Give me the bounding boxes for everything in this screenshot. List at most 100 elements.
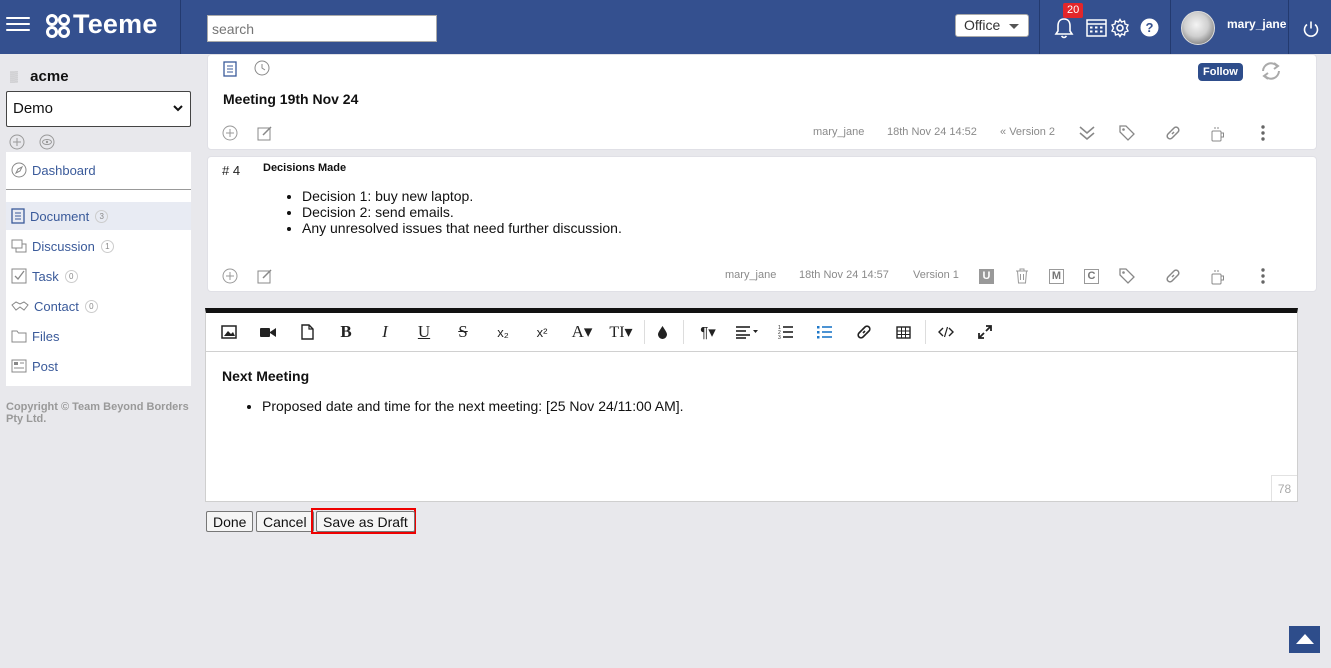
space-type-select[interactable]: Office (955, 14, 1029, 37)
space-type-value: Office (964, 17, 1001, 33)
coffee-cup-icon[interactable] (1210, 126, 1226, 142)
sidebar-item-dashboard[interactable]: Dashboard (6, 156, 191, 184)
sidebar-item-label: Contact (34, 298, 79, 314)
sidebar-divider (6, 189, 191, 190)
sidebar-item-contact[interactable]: Contact 0 (6, 292, 191, 320)
sidebar-item-count: 3 (95, 209, 109, 223)
expand-all-icon[interactable] (1078, 125, 1096, 141)
sync-icon[interactable] (1259, 60, 1283, 82)
search-input[interactable] (207, 15, 437, 42)
menu-icon[interactable] (6, 13, 30, 37)
follow-button[interactable]: Follow (1198, 63, 1243, 81)
folder-icon (11, 330, 27, 343)
document-icon (11, 208, 25, 224)
sidebar-item-document[interactable]: Document 3 (6, 202, 191, 230)
align-button[interactable] (734, 322, 760, 342)
paragraph-format-button[interactable]: ¶▾ (696, 322, 720, 342)
cancel-button[interactable]: Cancel (256, 511, 314, 532)
more-options-icon[interactable] (1260, 125, 1266, 141)
user-avatar[interactable] (1181, 11, 1215, 45)
add-circle-icon[interactable] (222, 268, 238, 284)
gear-icon[interactable] (1110, 18, 1130, 38)
subscript-button[interactable]: x₂ (493, 322, 513, 342)
toolbar-divider (644, 320, 645, 344)
code-view-button[interactable] (937, 322, 955, 342)
copy-button[interactable]: C (1084, 269, 1099, 284)
add-circle-icon[interactable] (222, 125, 238, 141)
done-button[interactable]: Done (206, 511, 254, 532)
username-label[interactable]: mary_jane (1227, 17, 1286, 31)
double-chevron-left-icon: « (1000, 126, 1007, 138)
editor-heading: Next Meeting (222, 368, 310, 384)
editor-content[interactable]: Next Meeting Proposed date and time for … (222, 368, 1282, 414)
sidebar-item-post[interactable]: Post (6, 352, 191, 380)
section-number: # 4 (222, 163, 241, 178)
compass-icon (11, 162, 27, 178)
bell-icon[interactable] (1054, 17, 1074, 39)
sidebar-item-discussion[interactable]: Discussion 1 (6, 232, 191, 260)
superscript-button[interactable]: x² (532, 322, 552, 342)
discussion-icon (11, 239, 27, 253)
ink-color-button[interactable] (655, 322, 669, 342)
insert-image-button[interactable] (220, 322, 238, 342)
coffee-cup-icon[interactable] (1210, 269, 1226, 285)
insert-link-button[interactable] (855, 322, 873, 342)
document-version: Version 2 (1009, 126, 1056, 138)
list-item: Decision 1: buy new laptop. (302, 188, 622, 204)
sidebar-item-files[interactable]: Files (6, 322, 191, 350)
edit-icon[interactable] (257, 125, 273, 141)
save-as-draft-button[interactable]: Save as Draft (316, 511, 415, 532)
section-author: mary_jane (725, 269, 777, 281)
link-icon[interactable] (1165, 268, 1181, 284)
space-select[interactable]: Demo (6, 91, 191, 127)
sidebar-item-task[interactable]: Task 0 (6, 262, 191, 290)
strikethrough-button[interactable]: S (454, 322, 472, 342)
font-color-button[interactable]: A▾ (569, 322, 595, 342)
sidebar-item-label: Task (32, 268, 59, 284)
sidebar-item-count: 1 (100, 239, 114, 253)
move-button[interactable]: M (1049, 269, 1064, 284)
font-size-button[interactable]: TI▾ (607, 322, 635, 342)
sidebar-item-label: Discussion (32, 238, 95, 254)
trash-icon[interactable] (1015, 268, 1029, 284)
underline-button[interactable]: U (415, 322, 433, 342)
list-item: Proposed date and time for the next meet… (262, 398, 1282, 414)
calendar-icon[interactable] (1086, 18, 1107, 37)
unpublish-button[interactable]: U (979, 269, 994, 284)
svg-text:?: ? (1146, 20, 1154, 35)
svg-text:3: 3 (778, 335, 781, 339)
decision-list: Decision 1: buy new laptop. Decision 2: … (302, 188, 622, 236)
editor-toolbar: B I U S x₂ x² A▾ TI▾ ¶▾ 123 (206, 313, 1297, 352)
file-icon (300, 324, 314, 340)
insert-video-button[interactable] (259, 322, 277, 342)
add-circle-icon[interactable] (9, 134, 25, 150)
document-icon[interactable] (223, 61, 237, 77)
header-divider (1170, 0, 1171, 54)
organisation-name: acme (30, 68, 69, 85)
unordered-list-button[interactable] (816, 322, 834, 342)
tag-icon[interactable] (1119, 125, 1135, 141)
eye-icon[interactable] (39, 134, 55, 150)
copyright-text: Copyright © Team Beyond Borders Pty Ltd. (6, 401, 189, 425)
edit-icon[interactable] (257, 268, 273, 284)
italic-button[interactable]: I (376, 322, 394, 342)
chevron-down-icon (173, 105, 183, 112)
clock-icon[interactable] (254, 60, 270, 76)
insert-file-button[interactable] (298, 322, 316, 342)
scroll-to-top-button[interactable] (1289, 626, 1320, 653)
link-icon[interactable] (1165, 125, 1181, 141)
tag-icon[interactable] (1119, 268, 1135, 284)
power-icon[interactable] (1302, 20, 1320, 38)
help-icon[interactable]: ? (1140, 18, 1159, 37)
more-options-icon[interactable] (1260, 268, 1266, 284)
ordered-list-button[interactable]: 123 (777, 322, 795, 342)
insert-table-button[interactable] (894, 322, 912, 342)
version-selector[interactable]: « Version 2 (1000, 126, 1055, 138)
ordered-list-icon: 123 (778, 325, 793, 339)
list-item: Decision 2: send emails. (302, 204, 622, 220)
expand-icon (978, 325, 992, 339)
sidebar-nav: Dashboard Document 3 Discussion 1 Task 0… (6, 152, 191, 386)
fullscreen-button[interactable] (976, 322, 994, 342)
align-left-icon (736, 326, 758, 339)
bold-button[interactable]: B (337, 322, 355, 342)
